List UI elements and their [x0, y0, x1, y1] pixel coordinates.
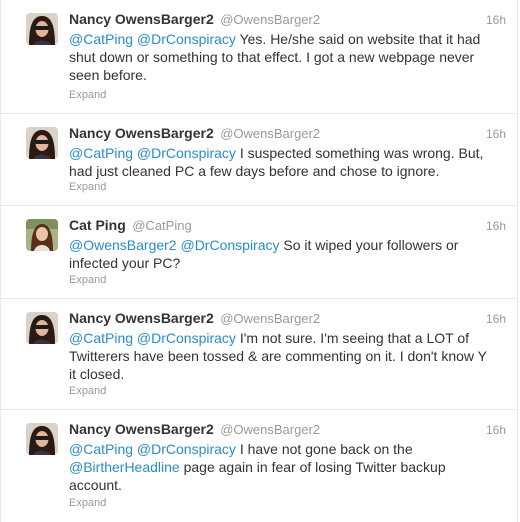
avatar[interactable] [26, 127, 58, 159]
mention-link[interactable]: @DrConspiracy [137, 330, 236, 346]
expand-link[interactable]: Expand [69, 274, 106, 286]
nancy-avatar-icon [26, 423, 58, 455]
mention-link[interactable]: @DrConspiracy [180, 237, 279, 253]
tweet-header: Cat Ping @CatPing 16h [69, 217, 506, 235]
mention-link[interactable]: @OwensBarger2 [69, 237, 177, 253]
tweet-timestamp[interactable]: 16h [486, 13, 506, 27]
user-fullname[interactable]: Nancy OwensBarger2 [69, 421, 214, 437]
avatar[interactable] [26, 219, 58, 251]
tweet-text: @CatPing @DrConspiracy I have not gone b… [69, 440, 489, 494]
user-handle[interactable]: @CatPing [132, 218, 191, 233]
avatar[interactable] [26, 312, 58, 344]
user-handle[interactable]: @OwensBarger2 [220, 422, 320, 437]
user-handle[interactable]: @OwensBarger2 [220, 12, 320, 27]
expand-link[interactable]: Expand [69, 89, 106, 101]
mention-link[interactable]: @CatPing [69, 441, 133, 457]
avatar[interactable] [26, 423, 58, 455]
tweet-header: Nancy OwensBarger2 @OwensBarger2 16h [69, 11, 506, 29]
cat-avatar-icon [26, 219, 58, 251]
tweet-item[interactable]: Nancy OwensBarger2 @OwensBarger2 16h @Ca… [1, 0, 518, 114]
tweet-text: @CatPing @DrConspiracy Yes. He/she said … [69, 30, 489, 84]
tweet-text: @OwensBarger2 @DrConspiracy So it wiped … [69, 236, 489, 272]
tweet-text: @CatPing @DrConspiracy I'm not sure. I'm… [69, 329, 489, 383]
user-fullname[interactable]: Nancy OwensBarger2 [69, 310, 214, 326]
user-fullname[interactable]: Nancy OwensBarger2 [69, 11, 214, 27]
mention-link[interactable]: @DrConspiracy [137, 31, 236, 47]
mention-link[interactable]: @CatPing [69, 31, 133, 47]
tweet-timestamp[interactable]: 16h [486, 312, 506, 326]
tweet-timestamp[interactable]: 16h [486, 219, 506, 233]
tweet-item[interactable]: Nancy OwensBarger2 @OwensBarger2 16h @Ca… [1, 114, 518, 206]
tweet-header: Nancy OwensBarger2 @OwensBarger2 16h [69, 421, 506, 439]
tweet-item[interactable]: Nancy OwensBarger2 @OwensBarger2 16h @Ca… [1, 299, 518, 410]
nancy-avatar-icon [26, 312, 58, 344]
mention-link[interactable]: @CatPing [69, 145, 133, 161]
expand-link[interactable]: Expand [69, 497, 106, 509]
tweet-item[interactable]: Nancy OwensBarger2 @OwensBarger2 16h @Ca… [1, 410, 518, 522]
tweet-timestamp[interactable]: 16h [486, 423, 506, 437]
user-handle[interactable]: @OwensBarger2 [220, 126, 320, 141]
mention-link[interactable]: @CatPing [69, 330, 133, 346]
tweet-item[interactable]: Cat Ping @CatPing 16h @OwensBarger2 @DrC… [1, 206, 518, 299]
user-fullname[interactable]: Nancy OwensBarger2 [69, 125, 214, 141]
mention-link[interactable]: @DrConspiracy [137, 441, 236, 457]
tweet-timestamp[interactable]: 16h [486, 127, 506, 141]
expand-link[interactable]: Expand [69, 181, 106, 193]
user-handle[interactable]: @OwensBarger2 [220, 311, 320, 326]
tweet-header: Nancy OwensBarger2 @OwensBarger2 16h [69, 310, 506, 328]
avatar[interactable] [26, 13, 58, 45]
tweet-body: I have not gone back on the [235, 441, 413, 457]
mention-link[interactable]: @DrConspiracy [137, 145, 236, 161]
tweet-timeline: Nancy OwensBarger2 @OwensBarger2 16h @Ca… [0, 0, 518, 522]
nancy-avatar-icon [26, 127, 58, 159]
nancy-avatar-icon [26, 13, 58, 45]
tweet-header: Nancy OwensBarger2 @OwensBarger2 16h [69, 125, 506, 143]
user-fullname[interactable]: Cat Ping [69, 217, 126, 233]
mention-link[interactable]: @BirtherHeadline [69, 459, 180, 475]
tweet-text: @CatPing @DrConspiracy I suspected somet… [69, 144, 489, 180]
expand-link[interactable]: Expand [69, 385, 106, 397]
